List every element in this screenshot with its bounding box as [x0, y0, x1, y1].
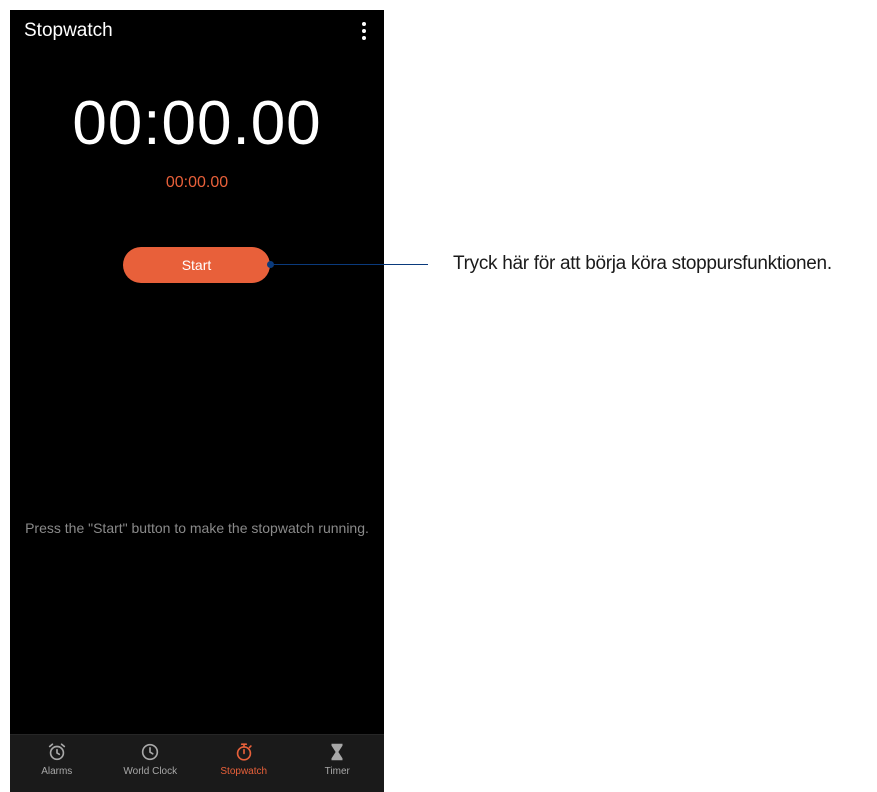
lap-time: 00:00.00	[165, 174, 229, 191]
nav-item-stopwatch[interactable]: Stopwatch	[197, 735, 291, 792]
nav-label-world-clock: World Clock	[123, 766, 178, 777]
nav-label-timer: Timer	[324, 766, 350, 777]
alarm-icon	[48, 743, 65, 761]
menu-dot	[362, 29, 366, 33]
nav-item-world-clock[interactable]: World Clock	[104, 735, 198, 792]
app-title: Stopwatch	[24, 20, 113, 41]
nav-item-alarms[interactable]: Alarms	[10, 735, 104, 792]
menu-dot	[362, 36, 366, 40]
more-vert-icon[interactable]	[358, 20, 370, 42]
bottom-nav: Alarms World Clock Stopwatch Timer	[10, 734, 384, 792]
hourglass-icon	[331, 743, 343, 761]
clock-icon	[142, 743, 159, 761]
start-button[interactable]: Start	[123, 247, 270, 283]
elapsed-time: 00:00.00	[72, 89, 322, 158]
hint-text: Press the "Start" button to make the sto…	[25, 520, 369, 536]
nav-label-alarms: Alarms	[41, 766, 73, 777]
phone-screen: Stopwatch 00:00.00 00:00.00 Start Press …	[10, 10, 384, 792]
nav-label-stopwatch: Stopwatch	[220, 766, 268, 777]
menu-dot	[362, 22, 366, 26]
callout-text: Tryck här för att börja köra stoppursfun…	[453, 253, 832, 274]
nav-item-timer[interactable]: Timer	[291, 735, 385, 792]
stopwatch-icon	[236, 743, 252, 761]
callout-line	[270, 264, 428, 265]
